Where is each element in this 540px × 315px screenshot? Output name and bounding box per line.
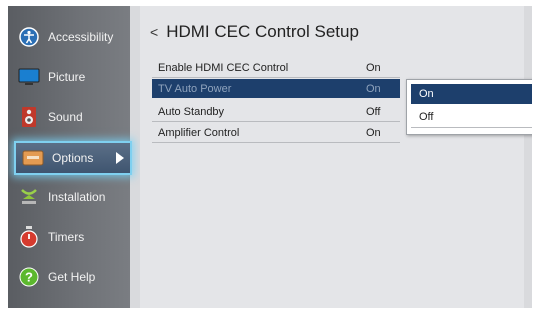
dropdown-option-off[interactable]: Off bbox=[411, 107, 532, 128]
sidebar-item-label: Timers bbox=[48, 230, 85, 244]
sidebar-item-installation[interactable]: Installation bbox=[12, 179, 130, 215]
sidebar-item-options[interactable]: Options bbox=[14, 141, 132, 175]
setting-row-tv-auto-power[interactable]: TV Auto Power On bbox=[152, 79, 400, 98]
accessibility-icon bbox=[18, 26, 40, 48]
setting-label: TV Auto Power bbox=[158, 82, 232, 95]
setting-row-auto-standby[interactable]: Auto Standby Off bbox=[152, 102, 400, 122]
sidebar-item-label: Installation bbox=[48, 190, 106, 204]
sidebar-item-accessibility[interactable]: Accessibility bbox=[12, 19, 130, 55]
setting-row-amplifier-control[interactable]: Amplifier Control On bbox=[152, 123, 400, 143]
setting-value: On bbox=[366, 126, 381, 139]
sidebar-item-sound[interactable]: Sound bbox=[12, 99, 130, 135]
sidebar-item-label: Sound bbox=[48, 110, 83, 124]
tv-screen: Accessibility Picture Sound Options Inst… bbox=[8, 6, 532, 308]
dropdown-option-on[interactable]: On bbox=[411, 84, 532, 104]
setting-label: Amplifier Control bbox=[158, 126, 240, 139]
sidebar-item-label: Picture bbox=[48, 70, 86, 84]
setting-label: Auto Standby bbox=[158, 105, 225, 118]
sidebar-item-label: Options bbox=[52, 151, 94, 165]
page-title: < HDMI CEC Control Setup bbox=[150, 22, 359, 42]
speaker-icon bbox=[18, 106, 40, 128]
options-icon bbox=[22, 147, 44, 169]
value-dropdown: On Off bbox=[406, 79, 532, 135]
svg-text:?: ? bbox=[25, 270, 33, 285]
sidebar-item-timers[interactable]: Timers bbox=[12, 219, 130, 255]
setting-value: Off bbox=[366, 105, 381, 118]
sidebar-item-label: Get Help bbox=[48, 270, 96, 284]
setting-label: Enable HDMI CEC Control bbox=[158, 61, 289, 74]
back-icon[interactable]: < bbox=[150, 24, 158, 40]
settings-panel: < HDMI CEC Control Setup Enable HDMI CEC… bbox=[140, 6, 524, 308]
sidebar-item-label: Accessibility bbox=[48, 30, 114, 44]
setting-value: On bbox=[366, 61, 381, 74]
satellite-dish-icon bbox=[18, 186, 40, 208]
sidebar: Accessibility Picture Sound Options Inst… bbox=[8, 6, 132, 308]
picture-icon bbox=[18, 66, 40, 88]
help-icon: ? bbox=[18, 266, 40, 288]
setting-value: On bbox=[366, 82, 381, 95]
setting-row-enable-hdmi-cec[interactable]: Enable HDMI CEC Control On bbox=[152, 58, 400, 78]
chevron-right-icon bbox=[116, 152, 124, 164]
timer-icon bbox=[18, 226, 40, 248]
page-title-text: HDMI CEC Control Setup bbox=[166, 22, 359, 41]
sidebar-item-get-help[interactable]: ? Get Help bbox=[12, 259, 130, 295]
sidebar-item-picture[interactable]: Picture bbox=[12, 59, 130, 95]
